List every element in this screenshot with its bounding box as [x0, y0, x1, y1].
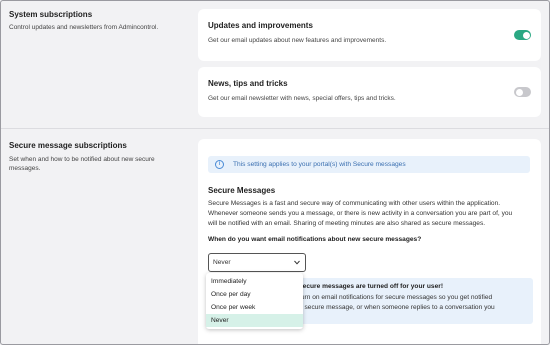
- chevron-down-icon: [294, 260, 300, 265]
- news-card: News, tips and tricks Get our email news…: [198, 67, 541, 117]
- secure-messages-body-3: will be notified with an email. Sharing …: [208, 220, 486, 227]
- secure-messages-heading: Secure Messages: [208, 186, 276, 195]
- updates-card-title: Updates and improvements: [208, 21, 313, 30]
- info-banner-text: This setting applies to your portal(s) w…: [233, 161, 406, 168]
- info-icon: i: [215, 160, 224, 169]
- secure-messages-card: i This setting applies to your portal(s)…: [198, 139, 541, 344]
- news-card-title: News, tips and tricks: [208, 79, 288, 88]
- toggle-knob: [515, 88, 523, 96]
- secure-subscriptions-description-1: Set when and how to be notified about ne…: [9, 156, 155, 163]
- settings-page: System subscriptions Control updates and…: [0, 0, 550, 345]
- section-divider: [1, 128, 549, 129]
- secure-messages-body-1: Secure Messages is a fast and secure way…: [208, 200, 501, 207]
- notice-banner: secure messages are turned off for your …: [293, 278, 533, 324]
- option-once-per-day[interactable]: Once per day: [206, 288, 303, 301]
- secure-subscriptions-title: Secure message subscriptions: [9, 141, 127, 150]
- option-once-per-week[interactable]: Once per week: [206, 301, 303, 314]
- notice-title: secure messages are turned off for your …: [299, 283, 444, 290]
- updates-card-description: Get our email updates about new features…: [208, 37, 387, 44]
- option-immediately[interactable]: Immediately: [206, 275, 303, 288]
- notification-question: When do you want email notifications abo…: [208, 236, 422, 243]
- news-toggle[interactable]: [514, 87, 531, 97]
- secure-subscriptions-description-2: messages.: [9, 165, 41, 172]
- notice-line-2: a secure message, or when someone replie…: [299, 304, 495, 311]
- notice-line-1: turn on email notifications for secure m…: [299, 294, 493, 301]
- frequency-dropdown: Immediately Once per day Once per week N…: [206, 273, 303, 329]
- info-banner: i This setting applies to your portal(s)…: [208, 156, 530, 173]
- updates-card: Updates and improvements Get our email u…: [198, 9, 541, 61]
- select-value: Never: [213, 259, 231, 266]
- news-card-description: Get our email newsletter with news, spec…: [208, 95, 396, 102]
- option-never[interactable]: Never: [206, 314, 303, 327]
- updates-toggle[interactable]: [514, 30, 531, 40]
- toggle-knob: [522, 31, 530, 39]
- notification-frequency-select[interactable]: Never: [208, 253, 306, 272]
- system-subscriptions-title: System subscriptions: [9, 10, 93, 19]
- secure-messages-body-2: Whenever someone sends you a message, or…: [208, 210, 513, 217]
- system-subscriptions-description: Control updates and newsletters from Adm…: [9, 24, 159, 31]
